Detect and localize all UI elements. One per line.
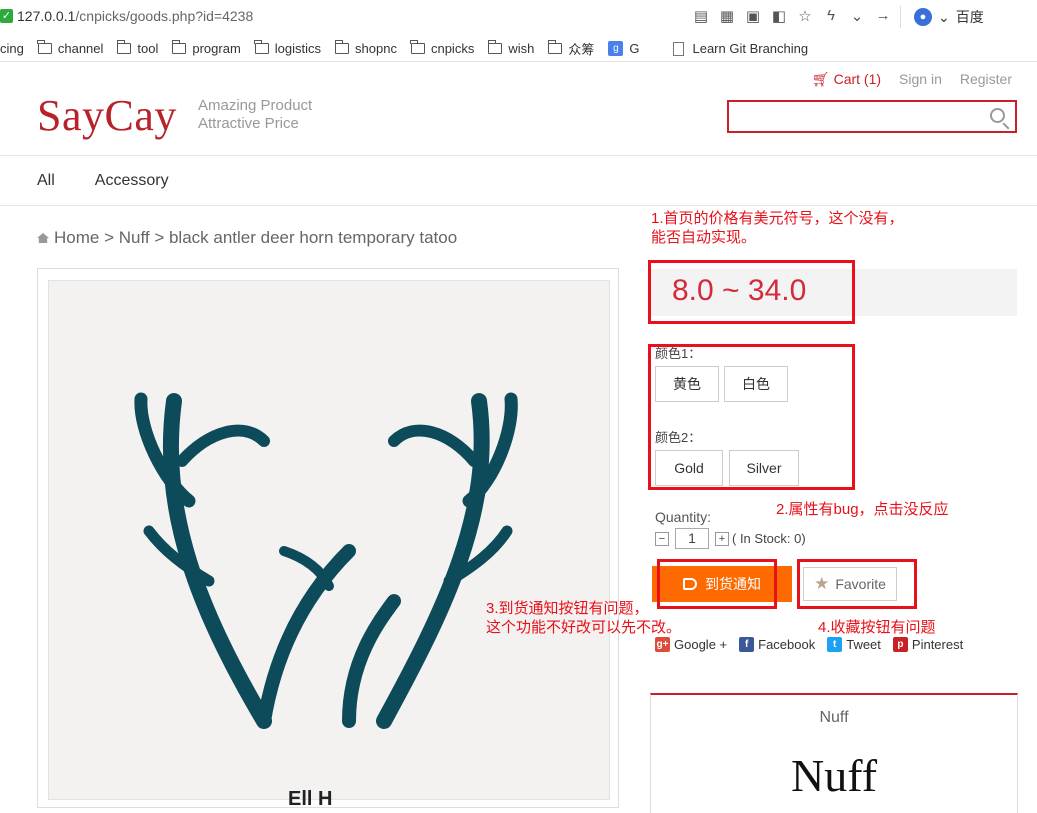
page-icon — [673, 41, 685, 56]
folder-icon — [334, 40, 350, 54]
nav-accessory[interactable]: Accessory — [95, 172, 169, 190]
nav-all[interactable]: All — [37, 172, 55, 190]
star-icon[interactable]: ☆ — [796, 7, 814, 25]
google-plus-icon: g+ — [655, 637, 670, 652]
folder-icon — [254, 40, 269, 54]
cart-icon: 🛒︎ — [811, 71, 830, 87]
annotation-box-attributes — [648, 344, 855, 490]
baidu-paw-icon: ● — [914, 8, 932, 26]
toolbar-divider — [900, 6, 901, 28]
register-link[interactable]: Register — [960, 71, 1012, 88]
folder-icon — [547, 40, 563, 54]
folder-icon — [487, 40, 503, 54]
search-engine-label: 百度 — [955, 9, 984, 25]
brand-panel: Nuff Nuff — [650, 693, 1018, 813]
browser-toolbar-icons: ▤ ▦ ▣ ◧ ☆ ϟ ⌄ → — [692, 7, 892, 25]
product-image[interactable] — [48, 280, 610, 800]
brand-logo[interactable]: Nuff — [651, 749, 1017, 802]
bookmark-folder-zhongchou[interactable]: 众筹 — [547, 39, 594, 58]
chevron-down-icon[interactable]: ⌄ — [848, 7, 866, 25]
bookmark-learn-git[interactable]: Learn Git Branching — [673, 41, 808, 56]
twitter-icon: t — [827, 637, 843, 652]
chevron-down-icon: ⌄ — [938, 8, 950, 25]
browser-address-bar: ✓ 127.0.0.1/cnpicks/goods.php?id=4238 ▤ … — [0, 0, 1037, 34]
bookmark-folder-shopnc[interactable]: shopnc — [334, 40, 397, 56]
annotation-note-2: 2.属性有bug，点击没反应 — [776, 501, 949, 518]
qr-icon[interactable]: ▦ — [718, 7, 736, 25]
header-divider — [0, 155, 1037, 156]
annotation-note-4: 4.收藏按钮有问题 — [818, 619, 936, 636]
forward-arrow-icon[interactable]: → — [874, 7, 892, 25]
antler-logo-graphic — [134, 392, 518, 729]
home-icon — [37, 233, 49, 243]
search-engine-selector[interactable]: ● ⌄ 百度 — [914, 7, 984, 27]
quantity-increase-button[interactable]: + — [715, 531, 729, 546]
secure-check-icon: ✓ — [0, 9, 13, 23]
share-google[interactable]: g+ Google + — [655, 637, 727, 652]
bookmark-folder-tool[interactable]: tool — [116, 40, 158, 56]
brand-name[interactable]: Nuff — [651, 709, 1017, 727]
image-caption: Ell H — [288, 788, 333, 810]
signin-link[interactable]: Sign in — [899, 71, 942, 88]
bookmark-folder-program[interactable]: program — [171, 40, 241, 56]
reader-icon[interactable]: ▤ — [692, 7, 710, 25]
search-icon[interactable] — [990, 108, 1005, 123]
bookmark-folder-wish[interactable]: wish — [487, 40, 534, 56]
site-tagline: Amazing Product Attractive Price — [198, 97, 312, 133]
translate-icon[interactable]: ▣ — [744, 7, 762, 25]
cart-link[interactable]: 🛒︎ Cart (1) — [812, 71, 881, 88]
breadcrumb-text[interactable]: Home > Nuff > black antler deer horn tem… — [54, 228, 457, 248]
folder-icon — [171, 40, 187, 54]
facebook-icon: f — [739, 637, 755, 652]
folder-icon — [37, 40, 52, 54]
share-facebook[interactable]: f Facebook — [739, 637, 815, 652]
annotation-box-price — [648, 260, 855, 324]
google-icon: g — [608, 41, 624, 56]
site-logo[interactable]: SayCay — [37, 90, 177, 141]
bookmark-google[interactable]: gG — [608, 41, 639, 56]
quantity-label: Quantity: — [655, 509, 712, 525]
bookmark-folder-logistics[interactable]: logistics — [254, 40, 321, 56]
annotation-note-3: 3.到货通知按钮有问题， 这个功能不好改可以先不改。 — [486, 600, 682, 636]
annotation-note-1: 1.首页的价格有美元符号，这个没有， 能否自动实现。 — [651, 210, 904, 246]
tagline-line-2: Attractive Price — [198, 115, 299, 132]
lightning-icon[interactable]: ϟ — [822, 7, 840, 25]
extension-icon[interactable]: ◧ — [770, 7, 788, 25]
folder-icon — [410, 40, 425, 54]
share-twitter[interactable]: t Tweet — [827, 637, 881, 652]
bookmarks-bar: cing channel tool program logistics shop… — [0, 36, 1037, 62]
category-nav: All Accessory — [37, 172, 169, 190]
bookmark-folder-channel[interactable]: channel — [37, 40, 103, 56]
annotation-box-favorite — [797, 559, 917, 609]
share-bar: g+ Google + f Facebook t Tweet p Pinterest — [655, 637, 963, 652]
tagline-line-1: Amazing Product — [198, 97, 313, 114]
bookmark-folder-cnpicks[interactable]: cnpicks — [410, 40, 474, 56]
quantity-stepper: − 1 + ( In Stock: 0) — [655, 528, 806, 549]
url-field[interactable]: 127.0.0.1/cnpicks/goods.php?id=4238 — [17, 8, 253, 24]
stock-text: ( In Stock: 0) — [732, 531, 806, 546]
breadcrumb: Home > Nuff > black antler deer horn tem… — [37, 228, 457, 248]
quantity-input[interactable]: 1 — [675, 528, 709, 549]
bookmark-item[interactable]: cing — [0, 41, 24, 56]
nav-divider — [0, 205, 1037, 206]
search-input[interactable] — [727, 100, 1017, 133]
folder-icon — [116, 40, 132, 54]
pinterest-icon: p — [892, 637, 908, 652]
quantity-decrease-button[interactable]: − — [655, 531, 669, 546]
top-user-nav: 🛒︎ Cart (1) Sign in Register — [812, 71, 1012, 88]
share-pinterest[interactable]: p Pinterest — [892, 637, 963, 652]
